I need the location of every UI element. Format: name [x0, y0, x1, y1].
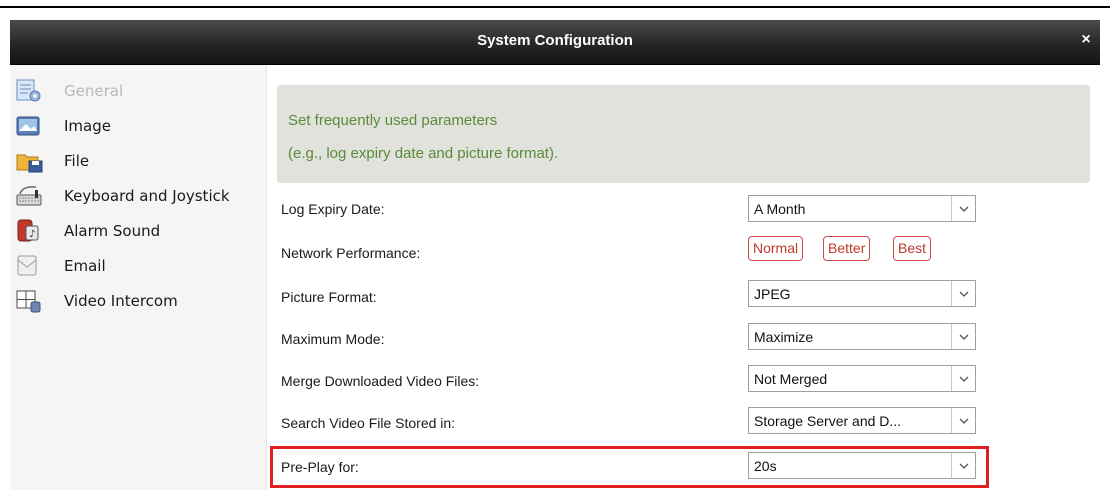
sidebar-item-email[interactable]: Email	[16, 252, 264, 280]
log-expiry-label: Log Expiry Date:	[281, 201, 385, 217]
picture-format-label: Picture Format:	[281, 289, 377, 305]
network-performance-label: Network Performance:	[281, 245, 421, 261]
sidebar: General Image File Keyboard and Joystick…	[10, 65, 267, 490]
sidebar-item-keyboard-and-joystick[interactable]: Keyboard and Joystick	[16, 182, 264, 210]
picture-format-select[interactable]: JPEG	[748, 280, 976, 307]
sidebar-item-label: Image	[64, 117, 111, 135]
better-button[interactable]: Better	[823, 236, 871, 261]
sidebar-item-label: Email	[64, 257, 106, 275]
sidebar-item-label: General	[64, 82, 124, 100]
alarm-sound-icon: ♪	[16, 219, 46, 243]
general-settings-icon	[16, 79, 46, 103]
keyboard-icon	[16, 184, 46, 208]
sidebar-item-image[interactable]: Image	[16, 112, 264, 140]
log-expiry-value: A Month	[754, 201, 806, 217]
network-performance-buttons: Normal Better Best	[748, 236, 978, 263]
description-line-1: Set frequently used parameters	[288, 112, 498, 129]
sidebar-item-alarm-sound[interactable]: ♪ Alarm Sound	[16, 217, 264, 245]
log-expiry-select[interactable]: A Month	[748, 195, 976, 222]
dialog-title: System Configuration	[477, 32, 633, 49]
description-box: Set frequently used parameters (e.g., lo…	[277, 85, 1090, 183]
pre-play-select[interactable]: 20s	[748, 452, 976, 479]
maximum-mode-select[interactable]: Maximize	[748, 323, 976, 350]
search-stored-in-value: Storage Server and D...	[754, 413, 902, 429]
chevron-down-icon[interactable]	[951, 196, 975, 221]
sidebar-item-label: Video Intercom	[64, 292, 178, 310]
merge-downloaded-label: Merge Downloaded Video Files:	[281, 373, 480, 389]
pre-play-label: Pre-Play for:	[281, 459, 359, 475]
search-stored-in-select[interactable]: Storage Server and D...	[748, 407, 976, 434]
sidebar-item-label: File	[64, 152, 90, 170]
email-icon	[16, 254, 46, 278]
chevron-down-icon[interactable]	[951, 281, 975, 306]
image-icon	[16, 114, 46, 138]
title-bar: System Configuration ×	[10, 20, 1100, 65]
video-intercom-icon	[16, 289, 46, 313]
normal-button[interactable]: Normal	[748, 236, 804, 261]
system-configuration-dialog: System Configuration × General Image Fil…	[10, 20, 1100, 490]
chevron-down-icon[interactable]	[951, 453, 975, 478]
chevron-down-icon[interactable]	[951, 324, 975, 349]
pre-play-value: 20s	[754, 458, 777, 474]
folder-icon	[16, 149, 46, 173]
chevron-down-icon[interactable]	[951, 408, 975, 433]
sidebar-item-label: Alarm Sound	[64, 222, 161, 240]
picture-format-value: JPEG	[754, 286, 791, 302]
close-icon[interactable]: ×	[1078, 31, 1094, 49]
description-line-2: (e.g., log expiry date and picture forma…	[288, 145, 559, 162]
merge-downloaded-value: Not Merged	[754, 371, 828, 387]
sidebar-item-general[interactable]: General	[16, 77, 264, 105]
chevron-down-icon[interactable]	[951, 366, 975, 391]
search-stored-in-label: Search Video File Stored in:	[281, 415, 456, 431]
merge-downloaded-select[interactable]: Not Merged	[748, 365, 976, 392]
sidebar-item-file[interactable]: File	[16, 147, 264, 175]
maximum-mode-label: Maximum Mode:	[281, 331, 385, 347]
svg-text:♪: ♪	[29, 229, 35, 240]
sidebar-item-video-intercom[interactable]: Video Intercom	[16, 287, 264, 315]
best-button[interactable]: Best	[893, 236, 932, 261]
sidebar-item-label: Keyboard and Joystick	[64, 187, 230, 205]
general-settings-panel: Set frequently used parameters (e.g., lo…	[267, 65, 1100, 490]
maximum-mode-value: Maximize	[754, 329, 814, 345]
top-rule	[0, 6, 1110, 8]
